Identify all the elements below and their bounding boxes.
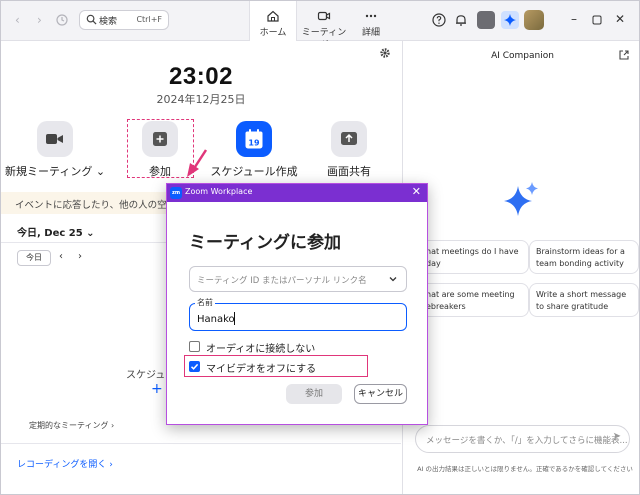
calendar-day: 19 — [248, 139, 260, 148]
share-screen-label: 画面共有 — [327, 165, 371, 178]
top-bar: ‹ › 検索 Ctrl+F ホーム ミーティング — [1, 1, 639, 51]
meeting-id-input[interactable]: ミーティング ID またはパーソナル リンク名 — [189, 266, 407, 292]
no-audio-label: オーディオに接続しない — [206, 344, 316, 355]
share-screen-tile — [331, 121, 367, 157]
regular-meetings-link[interactable]: 定期的なミーティング › — [29, 420, 114, 431]
clock-date: 2024年12月25日 — [156, 93, 246, 106]
next-day-icon[interactable]: › — [78, 251, 82, 262]
join-meeting-dialog: zm Zoom Workplace ✕ ミーティングに参加 ミーティング ID … — [166, 183, 428, 425]
new-meeting-button[interactable]: 新規ミーティング ⌄ — [5, 121, 105, 179]
name-field-label: 名前 — [195, 297, 215, 308]
new-meeting-tile — [37, 121, 73, 157]
schedule-button[interactable]: 19 スケジュール作成 — [204, 121, 304, 179]
schedule-label: スケジュール作成 — [210, 165, 298, 178]
whiteboard-icon[interactable] — [477, 11, 495, 29]
divider — [1, 443, 401, 444]
text-caret — [234, 312, 235, 325]
tab-home-label: ホーム — [259, 28, 287, 38]
calendar-icon: 19 — [245, 129, 263, 149]
search-icon — [86, 14, 97, 25]
ai-message-placeholder: メッセージを書くか、「/」を入力してさらに機能表... — [426, 436, 628, 446]
search-label: 検索 — [99, 17, 118, 27]
ai-suggestion-card[interactable]: Write a short message to share gratitude — [529, 283, 639, 317]
video-off-checkbox[interactable] — [189, 361, 200, 372]
dialog-titlebar: zm Zoom Workplace ✕ — [167, 184, 427, 202]
ai-companion-icon[interactable] — [501, 11, 519, 29]
bell-icon[interactable] — [453, 12, 469, 28]
history-icon[interactable] — [56, 14, 68, 26]
share-screen-icon — [341, 132, 357, 145]
search-box[interactable]: 検索 Ctrl+F — [79, 10, 169, 30]
home-icon — [267, 10, 279, 22]
today-button[interactable]: 今日 — [17, 250, 51, 266]
tab-home[interactable]: ホーム — [249, 1, 297, 41]
today-date-selector[interactable]: 今日, Dec 25 ⌄ — [17, 224, 95, 239]
minimize-icon[interactable]: – — [571, 12, 577, 26]
video-icon — [317, 11, 331, 21]
ai-suggestion-card[interactable]: hat are some meeting ebreakers — [419, 283, 529, 317]
ai-sparkle-icon — [504, 182, 538, 216]
video-camera-icon — [46, 134, 63, 144]
meeting-id-placeholder: ミーティング ID またはパーソナル リンク名 — [197, 276, 367, 286]
zoom-workplace-window: ‹ › 検索 Ctrl+F ホーム ミーティング — [0, 0, 640, 495]
help-icon[interactable] — [431, 12, 447, 28]
avatar[interactable] — [524, 10, 544, 30]
new-meeting-label: 新規ミーティング ⌄ — [5, 165, 106, 178]
tab-more[interactable]: 詳細 — [351, 1, 391, 41]
check-icon — [190, 363, 199, 370]
chevron-down-icon[interactable] — [388, 274, 398, 284]
more-icon — [365, 14, 377, 18]
ai-suggestion-card[interactable]: Brainstorm ideas for a team bonding acti… — [529, 240, 639, 274]
ai-message-input[interactable]: メッセージを書くか、「/」を入力してさらに機能表... ➤ — [415, 425, 630, 453]
add-schedule-icon[interactable]: + — [151, 381, 163, 397]
clock-time: 23:02 — [169, 63, 233, 90]
settings-gear-icon[interactable] — [379, 47, 391, 59]
search-shortcut: Ctrl+F — [136, 15, 162, 24]
open-recordings-link[interactable]: レコーディングを開く › — [17, 457, 113, 470]
external-link-icon[interactable] — [619, 50, 629, 60]
tab-more-label: 詳細 — [361, 28, 380, 38]
tab-meetings[interactable]: ミーティング — [299, 1, 349, 51]
prev-day-icon[interactable]: ‹ — [59, 251, 63, 262]
share-screen-button[interactable]: 画面共有 — [299, 121, 399, 179]
ai-suggestion-card[interactable]: hat meetings do I have day — [419, 240, 529, 274]
ai-companion-pane: AI Companion hat meetings do I have day … — [402, 41, 639, 494]
send-icon[interactable]: ➤ — [613, 431, 621, 442]
annotation-arrow-icon — [187, 149, 208, 177]
ai-disclaimer: AI の出力結果は正しいとは限りません。正確であるかを確認してください — [417, 465, 633, 473]
dialog-close-icon[interactable]: ✕ — [412, 185, 421, 198]
dialog-window-title: Zoom Workplace — [185, 187, 253, 196]
name-field-value: Hanako — [197, 314, 235, 325]
forward-arrow-icon[interactable]: › — [37, 13, 42, 27]
cancel-button[interactable]: キャンセル — [354, 384, 407, 404]
schedule-tile: 19 — [236, 121, 272, 157]
back-arrow-icon[interactable]: ‹ — [15, 13, 20, 27]
maximize-icon[interactable] — [592, 15, 602, 25]
video-off-label: マイビデオをオフにする — [206, 364, 317, 375]
no-audio-checkbox[interactable] — [189, 341, 200, 352]
zoom-logo-icon: zm — [170, 187, 182, 199]
ai-companion-title: AI Companion — [491, 51, 554, 61]
join-submit-button[interactable]: 参加 — [286, 384, 342, 404]
close-window-icon[interactable]: ✕ — [615, 12, 625, 26]
dialog-heading: ミーティングに参加 — [189, 233, 341, 253]
